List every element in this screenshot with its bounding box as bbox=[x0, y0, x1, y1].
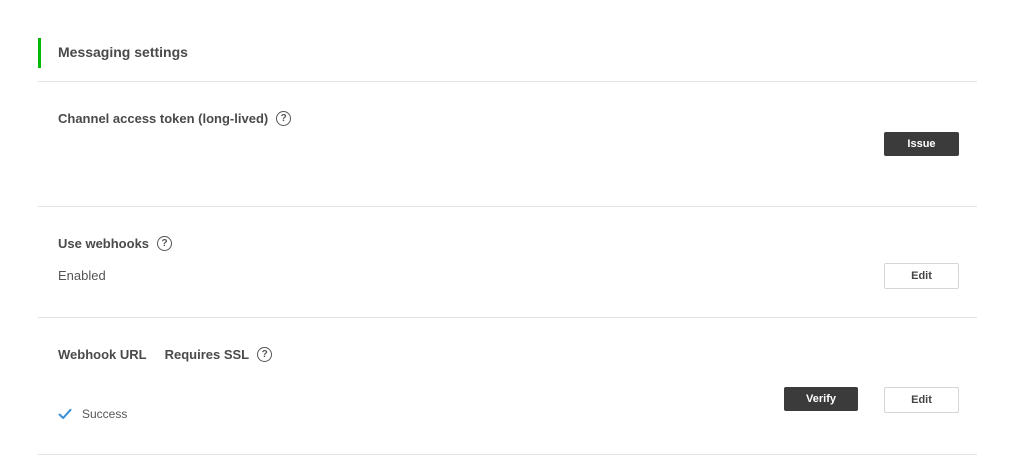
section-accent-bar bbox=[38, 38, 41, 68]
webhook-url-row: Webhook URL Requires SSL ? Verify Edit S… bbox=[38, 318, 977, 455]
verification-result-text: Success bbox=[82, 407, 128, 421]
channel-access-token-label: Channel access token (long-lived) bbox=[58, 111, 269, 126]
section-title: Messaging settings bbox=[58, 44, 188, 60]
use-webhooks-label-group: Use webhooks ? bbox=[58, 236, 173, 251]
checkmark-icon bbox=[58, 408, 72, 419]
webhooks-status: Enabled bbox=[58, 268, 106, 283]
edit-webhooks-button[interactable]: Edit bbox=[884, 263, 959, 289]
use-webhooks-label: Use webhooks bbox=[58, 236, 150, 251]
issue-button[interactable]: Issue bbox=[884, 132, 959, 156]
edit-webhook-url-button[interactable]: Edit bbox=[884, 387, 959, 413]
channel-access-token-label-group: Channel access token (long-lived) ? bbox=[58, 111, 292, 126]
help-icon[interactable]: ? bbox=[157, 236, 173, 251]
webhook-url-label: Webhook URL bbox=[58, 347, 147, 362]
verify-button[interactable]: Verify bbox=[784, 387, 858, 411]
channel-access-token-row: Channel access token (long-lived) ? Issu… bbox=[38, 82, 977, 207]
help-icon[interactable]: ? bbox=[276, 111, 292, 126]
use-webhooks-row: Use webhooks ? Enabled Edit bbox=[38, 207, 977, 318]
verification-result: Success bbox=[58, 407, 127, 421]
webhook-url-label-group: Webhook URL Requires SSL ? bbox=[58, 347, 273, 362]
messaging-settings-header: Messaging settings bbox=[38, 38, 977, 82]
requires-ssl-label: Requires SSL bbox=[164, 347, 250, 362]
help-icon[interactable]: ? bbox=[257, 347, 273, 362]
